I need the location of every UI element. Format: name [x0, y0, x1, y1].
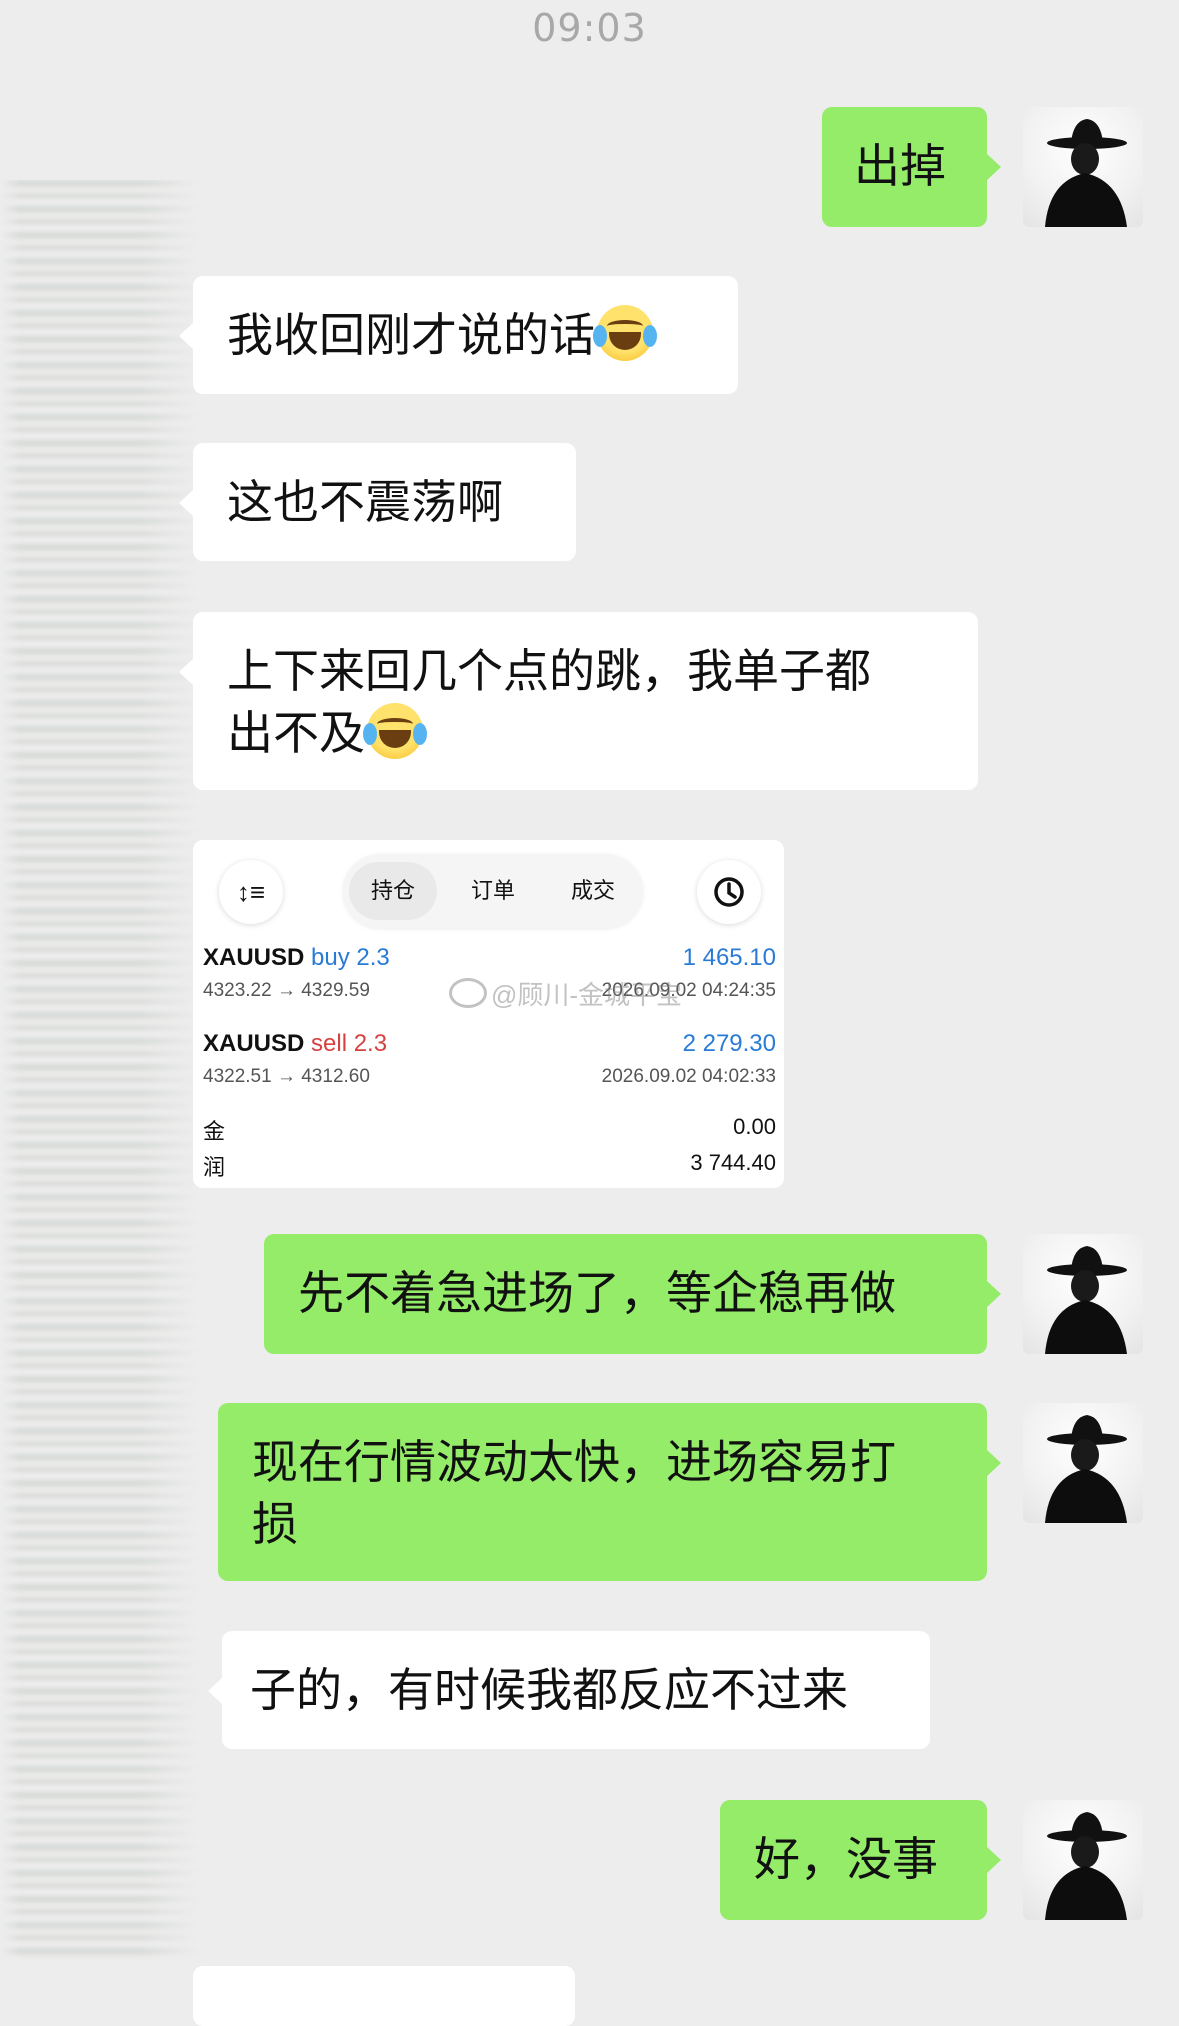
summary-label: 润 — [203, 1155, 226, 1180]
message-text: 上下来回几个点的跳，我单子都 — [227, 644, 871, 698]
position-profit: 1 465.10 — [682, 944, 776, 971]
tears-of-joy-emoji-icon — [363, 703, 427, 759]
message-bubble-incoming[interactable]: 上下来回几个点的跳，我单子都 出不及 — [179, 612, 978, 790]
summary-value: 3 744.40 — [690, 1150, 776, 1175]
message-text: 现在行情波动太快，进场容易打 — [252, 1435, 896, 1489]
message-text: 我收回刚才说的话 — [227, 308, 595, 362]
message-text: 子的，有时候我都反应不过来 — [250, 1663, 848, 1717]
tab-segment: 持仓 订单 成交 — [343, 854, 643, 928]
position-time: 2026.09.02 04:02:33 — [601, 1066, 776, 1087]
message-text: 这也不震荡啊 — [227, 475, 503, 529]
hat-person-icon — [1045, 1246, 1127, 1354]
position-side: buy 2.3 — [311, 944, 390, 971]
blurred-avatar-area — [0, 180, 200, 1960]
tears-of-joy-emoji-icon — [593, 305, 657, 361]
position-symbol: XAUUSD sell 2.3 — [203, 1030, 388, 1057]
position-prices: 4323.22 → 4329.59 — [203, 980, 370, 1001]
message-bubble-incoming[interactable]: 我收回刚才说的话 — [179, 276, 738, 394]
tab-positions: 持仓 — [349, 862, 437, 920]
hat-person-icon — [1045, 119, 1127, 227]
tab-orders: 订单 — [470, 878, 515, 903]
position-prices: 4322.51 → 4312.60 — [203, 1066, 370, 1087]
watermark: @顾川-金城平宝 — [449, 975, 682, 1012]
message-text: 先不着急进场了，等企稳再做 — [298, 1266, 896, 1320]
position-side: sell 2.3 — [311, 1030, 388, 1057]
message-text: 好，没事 — [754, 1832, 938, 1886]
summary-label: 金 — [203, 1119, 226, 1144]
user-avatar[interactable] — [1023, 107, 1143, 227]
position-profit: 2 279.30 — [682, 1030, 776, 1057]
tab-deals: 成交 — [570, 878, 615, 903]
message-text: 出掉 — [854, 139, 946, 193]
trading-screenshot-image[interactable]: ↕≡ 持仓 订单 成交 XAUUSD buy 2.3 1 465.10 4323… — [193, 840, 784, 1188]
message-bubble-outgoing[interactable]: 出掉 — [822, 107, 1001, 227]
clock-icon — [697, 860, 761, 924]
sort-icon: ↕≡ — [219, 860, 283, 924]
hat-person-icon — [1045, 1812, 1127, 1920]
message-text: 出不及 — [227, 706, 365, 760]
message-bubble-incoming[interactable]: 子的，有时候我都反应不过来 — [208, 1631, 930, 1749]
status-time: 09:03 — [532, 6, 647, 50]
user-avatar[interactable] — [1023, 1800, 1143, 1920]
weibo-icon — [449, 978, 487, 1008]
message-bubble-incoming[interactable]: 这也不震荡啊 — [179, 443, 576, 561]
message-text: 损 — [252, 1497, 298, 1551]
message-bubble-outgoing[interactable]: 先不着急进场了，等企稳再做 — [264, 1234, 1001, 1354]
message-bubble-outgoing[interactable]: 现在行情波动太快，进场容易打 损 — [218, 1403, 1001, 1581]
message-bubble-incoming-partial[interactable] — [193, 1966, 575, 2026]
user-avatar[interactable] — [1023, 1234, 1143, 1354]
message-bubble-outgoing[interactable]: 好，没事 — [720, 1800, 1001, 1920]
position-symbol: XAUUSD buy 2.3 — [203, 944, 390, 971]
user-avatar[interactable] — [1023, 1403, 1143, 1523]
hat-person-icon — [1045, 1415, 1127, 1523]
summary-value: 0.00 — [733, 1114, 776, 1139]
